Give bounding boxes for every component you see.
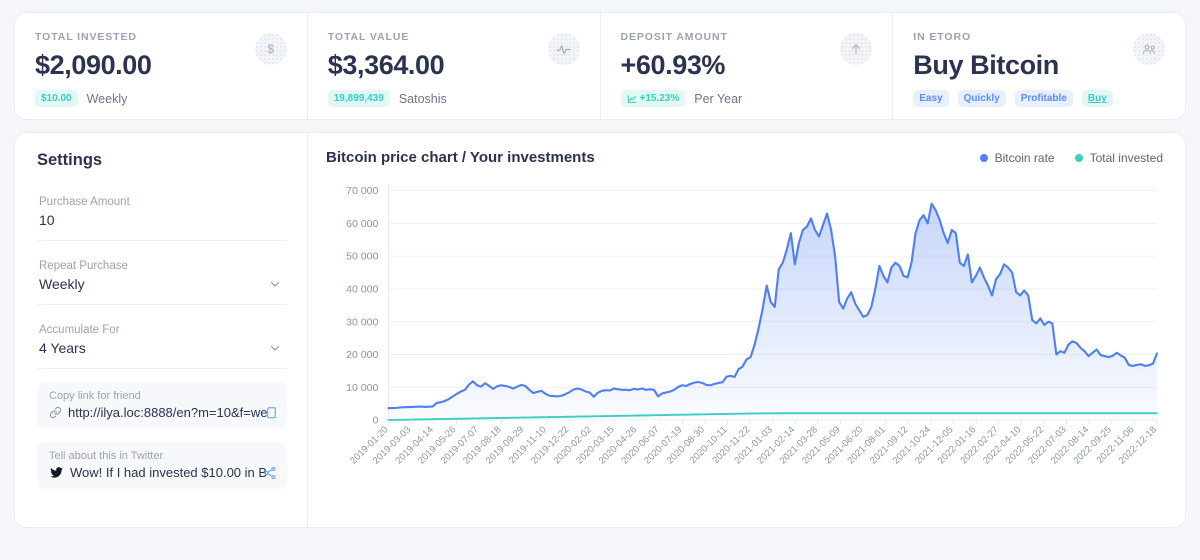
link-icon (49, 406, 62, 419)
stat-value: +60.93% (620, 50, 726, 80)
field-label: Purchase Amount (39, 196, 130, 208)
stat-sub: Easy Quickly Profitable Buy (913, 90, 1165, 108)
badge-profitable: Profitable (1014, 90, 1073, 108)
y-axis-tick-label: 10 000 (346, 382, 378, 394)
arrow-up-glyph (852, 44, 861, 55)
stat-total-invested: TOTAL INVESTED $2,090.00 $10.00 Weekly $ (15, 13, 307, 119)
twitter-share-field[interactable]: Tell about this in Twitter Wow! If I had… (37, 442, 287, 489)
pulse-glyph (556, 44, 571, 54)
twitter-icon (50, 467, 63, 478)
stat-in-etoro: IN ETORO Buy Bitcoin Easy Quickly Profit… (892, 13, 1185, 119)
status-badge-text: +15.23% (639, 93, 680, 105)
buy-link[interactable]: Buy (1081, 90, 1113, 108)
legend-item-total-invested[interactable]: Total invested (1074, 150, 1163, 165)
stat-sub: 19,899,439 Satoshis (327, 90, 580, 108)
main-card: Settings Purchase Amount 10 Repeat Purch… (14, 132, 1186, 528)
price-area-chart[interactable]: 0 10 000 20 000 30 000 40 000 50 000 60 000 70 … (326, 176, 1163, 486)
chevron-down-icon[interactable] (269, 278, 281, 290)
stat-sub-text: Per Year (694, 91, 743, 106)
stat-label: TOTAL INVESTED (35, 31, 137, 43)
purchase-amount-input[interactable]: 10 (39, 212, 285, 228)
status-badge: 19,899,439 (327, 90, 390, 108)
stat-value: Buy Bitcoin (913, 50, 1059, 80)
y-axis-tick-label: 50 000 (346, 251, 378, 263)
legend-item-bitcoin-rate[interactable]: Bitcoin rate (979, 150, 1055, 165)
status-badge: +15.23% (620, 90, 686, 108)
badge-easy: Easy (913, 90, 949, 108)
field-label: Repeat Purchase (39, 260, 128, 272)
accumulate-for-select[interactable]: 4 Years (39, 340, 285, 356)
field-label: Tell about this in Twitter (49, 450, 164, 462)
dollar-glyph: $ (267, 42, 275, 56)
stat-sub-text: Satoshis (398, 91, 447, 106)
repeat-purchase-select[interactable]: Weekly (39, 276, 285, 292)
status-badge: $10.00 (35, 90, 78, 108)
repeat-purchase-field[interactable]: Repeat Purchase Weekly (37, 254, 287, 305)
stat-label: TOTAL VALUE (327, 31, 410, 43)
people-glyph (1142, 44, 1155, 54)
y-axis-tick-label: 70 000 (346, 185, 378, 197)
stat-label: DEPOSIT AMOUNT (620, 31, 728, 43)
field-label: Copy link for friend (49, 390, 141, 402)
y-axis-tick-label: 60 000 (346, 218, 378, 230)
stat-value: $2,090.00 (35, 50, 152, 80)
stat-total-value: TOTAL VALUE $3,364.00 19,899,439 Satoshi… (306, 13, 600, 119)
y-axis-tick-label: 30 000 (346, 316, 378, 328)
copy-icon[interactable] (263, 406, 277, 420)
twitter-row: Wow! If I had invested $10.00 in B (49, 465, 277, 480)
y-axis-tick-label: 0 (373, 415, 379, 427)
y-axis-tick-label: 40 000 (346, 284, 378, 296)
stat-sub: +15.23% Per Year (620, 90, 873, 108)
copy-link-row: http://ilya.loc:8888/en?m=10&f=we (49, 405, 277, 420)
trend-up-icon (627, 95, 636, 103)
people-icon (1133, 33, 1165, 65)
field-label: Accumulate For (39, 324, 120, 336)
legend-dot (1074, 153, 1083, 162)
copy-link-field[interactable]: Copy link for friend http://ilya.loc:888… (37, 382, 287, 429)
chevron-down-icon[interactable] (269, 342, 281, 354)
twitter-message-input[interactable]: Wow! If I had invested $10.00 in B (70, 465, 275, 480)
stats-card: TOTAL INVESTED $2,090.00 $10.00 Weekly $… (14, 12, 1186, 120)
stat-label: IN ETORO (913, 31, 972, 43)
badge-quickly: Quickly (957, 90, 1006, 108)
chart-title: Bitcoin price chart / Your investments (326, 149, 595, 166)
purchase-amount-field[interactable]: Purchase Amount 10 (37, 190, 287, 241)
stat-sub: $10.00 Weekly (35, 90, 287, 108)
page-title: Settings (37, 151, 103, 169)
page-root: TOTAL INVESTED $2,090.00 $10.00 Weekly $… (0, 0, 1200, 560)
dollar-icon: $ (254, 33, 287, 65)
stat-sub-text: Weekly (86, 91, 128, 106)
legend-dot (979, 153, 988, 162)
legend-label: Total invested (1089, 150, 1163, 165)
chart-header: Bitcoin price chart / Your investments B… (326, 149, 1163, 166)
chart-panel: Bitcoin price chart / Your investments B… (308, 133, 1185, 527)
arrow-up-icon (840, 33, 873, 65)
stat-deposit-amount: DEPOSIT AMOUNT +60.93% +15.23% Per Year (599, 13, 893, 119)
stat-value: $3,364.00 (327, 50, 445, 80)
settings-panel: Settings Purchase Amount 10 Repeat Purch… (15, 133, 308, 527)
accumulate-for-field[interactable]: Accumulate For 4 Years (37, 318, 287, 369)
share-icon[interactable] (263, 466, 277, 480)
copy-link-input[interactable]: http://ilya.loc:8888/en?m=10&f=we (68, 405, 273, 420)
chart-legend: Bitcoin rate Total invested (979, 150, 1163, 165)
y-axis-tick-label: 20 000 (346, 349, 378, 361)
chart-plot-area: 0 10 000 20 000 30 000 40 000 50 000 60 000 70 … (326, 176, 1163, 486)
pulse-icon (547, 33, 580, 65)
legend-label: Bitcoin rate (994, 150, 1055, 165)
